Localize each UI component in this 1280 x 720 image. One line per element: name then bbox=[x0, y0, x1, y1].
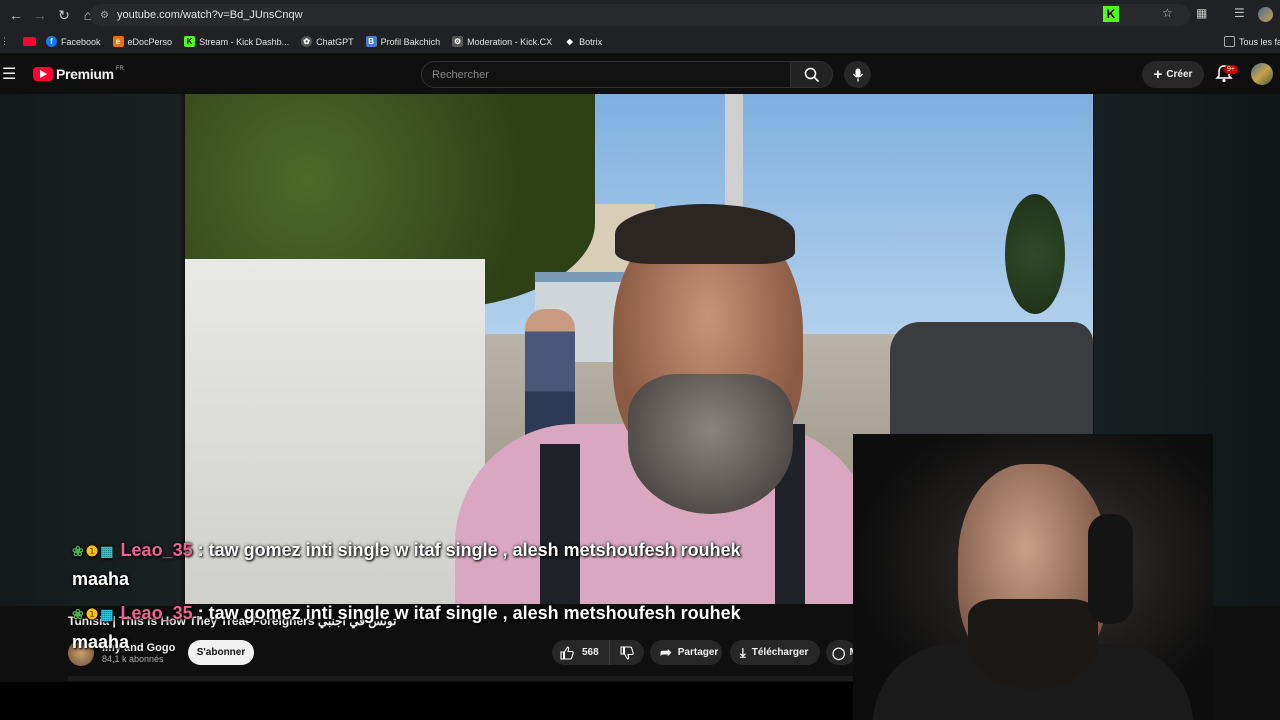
browser-toolbar: ← → ↻ ⌂ ⚙ youtube.com/watch?v=Bd_JUnsCnq… bbox=[0, 0, 1280, 30]
bookmark-kick-dashboard[interactable]: K Stream - Kick Dashb... bbox=[184, 36, 289, 47]
chat-separator: : bbox=[192, 603, 209, 623]
download-button[interactable]: ⤓ Télécharger bbox=[730, 640, 820, 665]
back-icon[interactable]: ← bbox=[4, 3, 28, 27]
bookmark-moderation[interactable]: ⚙ Moderation - Kick.CX bbox=[452, 36, 552, 47]
webcam-streamer-beard bbox=[968, 599, 1098, 689]
bookmark-botrix[interactable]: ◆ Botrix bbox=[564, 36, 603, 47]
video-presenter-beard bbox=[628, 374, 793, 514]
url-text: youtube.com/watch?v=Bd_JUnsCnqw bbox=[116, 9, 303, 21]
microphone-icon bbox=[852, 68, 863, 81]
video-presenter-hair bbox=[615, 204, 795, 264]
chat-username: Leao_35 bbox=[120, 540, 193, 560]
search-icon bbox=[804, 67, 819, 82]
youtube-bookmark-icon[interactable] bbox=[23, 37, 36, 46]
video-backpack-strap bbox=[540, 444, 580, 604]
gift-badge-icon: ❶ bbox=[85, 606, 99, 622]
chat-username: Leao_35 bbox=[120, 603, 193, 623]
site-settings-icon[interactable]: ⚙ bbox=[100, 10, 109, 21]
voice-search-button[interactable] bbox=[844, 61, 871, 88]
menu-icon[interactable]: ☰ bbox=[2, 64, 16, 84]
profile-icon[interactable] bbox=[1258, 7, 1273, 22]
bookmarks-bar: ⋮ f Facebook e eDocPerso K Stream - Kick Da… bbox=[0, 30, 1280, 54]
bottom-letterbox bbox=[0, 682, 853, 720]
headphones bbox=[1088, 514, 1133, 624]
video-pole bbox=[725, 94, 743, 214]
bookmark-chatgpt[interactable]: ✿ ChatGPT bbox=[301, 36, 354, 47]
bookmark-profil-bakchich[interactable]: B Profil Bakchich bbox=[365, 36, 440, 47]
thanks-icon: ◯ bbox=[832, 645, 846, 660]
description-box-edge bbox=[68, 676, 858, 681]
bookmark-star-icon[interactable]: ☆ bbox=[1162, 6, 1173, 20]
chat-message-continuation: maaha bbox=[72, 632, 130, 652]
share-button[interactable]: ➦ Partager bbox=[650, 640, 722, 665]
account-avatar[interactable] bbox=[1251, 63, 1273, 85]
gift-badge-icon: ❶ bbox=[85, 543, 99, 559]
search-button[interactable] bbox=[790, 61, 833, 88]
moderator-badge-icon: ▦ bbox=[100, 543, 114, 559]
all-bookmarks[interactable]: Tous les fa bbox=[1224, 36, 1280, 47]
thanks-button[interactable]: ◯ Me bbox=[826, 640, 856, 665]
bakchich-icon: B bbox=[365, 36, 377, 47]
extensions-icon[interactable]: ▦ bbox=[1196, 6, 1207, 20]
reload-icon[interactable]: ↻ bbox=[52, 3, 76, 27]
chat-separator: : bbox=[192, 540, 209, 560]
like-button[interactable]: 568 bbox=[552, 640, 610, 665]
notification-badge: 9+ bbox=[1224, 65, 1238, 74]
media-control-icon[interactable]: ☰ bbox=[1234, 6, 1245, 20]
chat-message-continuation: maaha bbox=[72, 569, 130, 589]
kick-icon: K bbox=[184, 36, 196, 47]
plus-icon: + bbox=[1153, 66, 1163, 83]
bookmark-facebook[interactable]: f Facebook bbox=[46, 36, 101, 47]
chatgpt-icon: ✿ bbox=[301, 36, 313, 47]
folder-icon bbox=[1224, 36, 1235, 47]
subscriber-count: 84,1 k abonnés bbox=[102, 654, 164, 664]
leaf-badge-icon: ❀ bbox=[72, 543, 84, 559]
thumbs-down-icon bbox=[620, 645, 634, 660]
leaf-badge-icon: ❀ bbox=[72, 606, 84, 622]
moderator-badge-icon: ▦ bbox=[100, 606, 114, 622]
chat-text: taw gomez inti single w itaf single , al… bbox=[208, 540, 741, 560]
address-bar[interactable]: ⚙ youtube.com/watch?v=Bd_JUnsCnqw bbox=[90, 4, 1190, 26]
like-count: 568 bbox=[582, 647, 599, 658]
download-icon: ⤓ bbox=[740, 644, 746, 660]
facebook-icon: f bbox=[46, 36, 57, 47]
botrix-icon: ◆ bbox=[566, 37, 573, 46]
youtube-header: ☰ Premium FR Rechercher + Créer bbox=[0, 54, 1280, 94]
youtube-play-icon bbox=[33, 67, 53, 81]
dislike-button[interactable] bbox=[610, 645, 644, 660]
chat-message: ❀ ❶ ▦ Leao_35 : taw gomez inti single w it… bbox=[72, 540, 741, 561]
youtube-logo[interactable]: Premium FR bbox=[33, 66, 124, 82]
edocperso-icon: e bbox=[112, 36, 124, 47]
kick-extension-icon[interactable]: K bbox=[1103, 6, 1119, 22]
video-car bbox=[890, 322, 1093, 450]
chat-text: taw gomez inti single w itaf single , al… bbox=[208, 603, 741, 623]
chat-message: ❀ ❶ ▦ Leao_35 : taw gomez inti single w it… bbox=[72, 603, 741, 624]
webcam-overlay bbox=[853, 434, 1213, 720]
apps-icon[interactable]: ⋮ bbox=[0, 36, 9, 47]
forward-icon[interactable]: → bbox=[28, 3, 52, 27]
thumbs-up-icon bbox=[560, 645, 574, 660]
like-dislike-group: 568 bbox=[552, 640, 644, 665]
kickcx-icon: ⚙ bbox=[452, 36, 464, 47]
video-tree bbox=[1005, 194, 1065, 314]
bookmark-edocperso[interactable]: e eDocPerso bbox=[112, 36, 172, 47]
subscribe-button[interactable]: S'abonner bbox=[188, 640, 254, 665]
create-button[interactable]: + Créer bbox=[1142, 61, 1204, 88]
search-input[interactable]: Rechercher bbox=[421, 61, 791, 88]
share-icon: ➦ bbox=[660, 644, 672, 660]
